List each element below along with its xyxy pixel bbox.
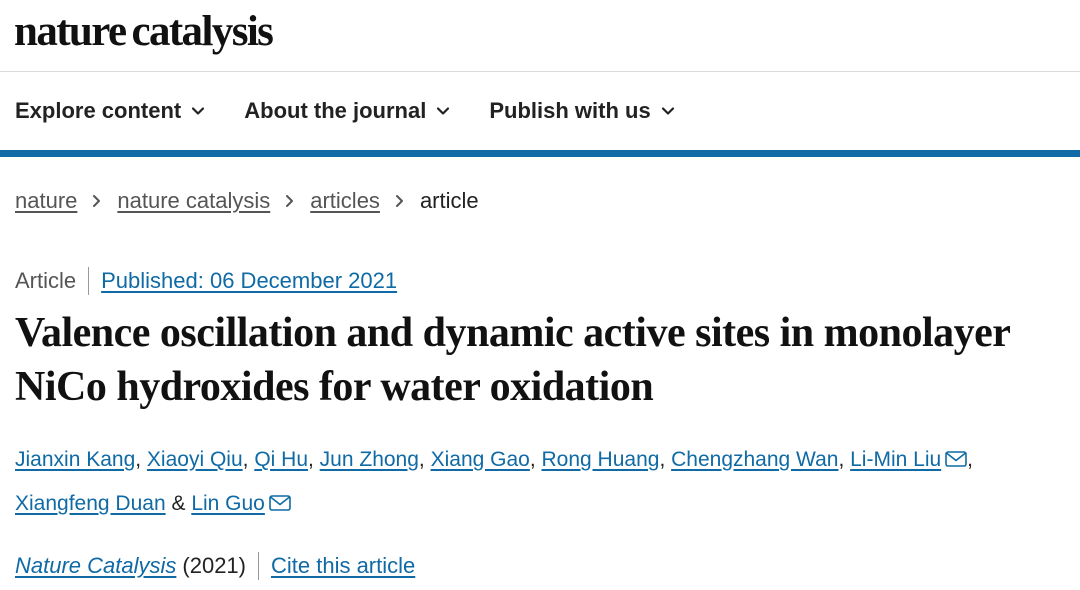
breadcrumb-link-nature[interactable]: nature (15, 188, 77, 214)
chevron-down-icon (192, 107, 205, 115)
author-separator: , (242, 448, 255, 471)
logo-word-catalysis: catalysis (131, 8, 273, 55)
journal-name-link[interactable]: Nature Catalysis (15, 553, 176, 579)
author-separator: , (308, 448, 320, 471)
meta-divider (257, 552, 259, 580)
author-link[interactable]: Lin Guo (191, 492, 265, 515)
author-separator: , (418, 448, 431, 471)
author-link[interactable]: Chengzhang Wan (671, 448, 838, 471)
nav-label: About the journal (244, 98, 427, 123)
nav-publish-with-us[interactable]: Publish with us (489, 84, 674, 138)
chevron-right-icon (286, 195, 294, 207)
site-logo[interactable]: nature catalysis (14, 2, 274, 62)
logo-word-nature: nature (14, 8, 127, 55)
author-link[interactable]: Li-Min Liu (850, 448, 941, 471)
author-separator: , (659, 448, 672, 471)
article-title: Valence oscillation and dynamic active s… (15, 310, 1010, 410)
header-divider (0, 71, 1080, 72)
author-link[interactable]: Qi Hu (254, 448, 308, 471)
breadcrumb-current: article (419, 188, 479, 213)
author-link[interactable]: Jun Zhong (320, 448, 419, 471)
article-type: Article (15, 268, 77, 293)
author-link[interactable]: Jianxin Kang (15, 448, 135, 471)
nav-label: Publish with us (489, 98, 651, 123)
author-link[interactable]: Rong Huang (542, 448, 660, 471)
chevron-right-icon (395, 195, 403, 207)
chevron-right-icon (93, 195, 101, 207)
author-separator: , (838, 448, 851, 471)
author-link[interactable]: Xiangfeng Duan (15, 492, 166, 515)
breadcrumb: nature nature catalysis articles article (15, 184, 479, 218)
email-icon[interactable] (945, 451, 967, 467)
breadcrumb-link-nature-catalysis[interactable]: nature catalysis (117, 188, 270, 214)
article-meta: Article Published: 06 December 2021 (15, 264, 397, 298)
author-separator: , (135, 448, 147, 471)
nav-label: Explore content (15, 98, 182, 123)
author-separator: & (165, 492, 192, 515)
main-nav: Explore content About the journal Publis… (0, 84, 1080, 138)
nav-explore-content[interactable]: Explore content (15, 84, 205, 138)
chevron-down-icon (661, 107, 674, 115)
breadcrumb-link-articles[interactable]: articles (310, 188, 380, 214)
email-icon[interactable] (269, 495, 291, 511)
author-separator: , (967, 448, 974, 471)
publication-year: (2021) (182, 553, 246, 578)
meta-divider (88, 267, 90, 295)
chevron-down-icon (437, 107, 450, 115)
citation-line: Nature Catalysis (2021) Cite this articl… (15, 549, 415, 583)
author-link[interactable]: Xiang Gao (431, 448, 530, 471)
author-list: Jianxin Kang, Xiaoyi Qiu, Qi Hu, Jun Zho… (15, 438, 1075, 526)
nav-about-journal[interactable]: About the journal (244, 84, 450, 138)
nav-accent-bar (0, 150, 1080, 157)
cite-article-link[interactable]: Cite this article (271, 553, 415, 579)
author-separator: , (529, 448, 542, 471)
published-date-link[interactable]: Published: 06 December 2021 (101, 268, 397, 294)
author-link[interactable]: Xiaoyi Qiu (147, 448, 243, 471)
